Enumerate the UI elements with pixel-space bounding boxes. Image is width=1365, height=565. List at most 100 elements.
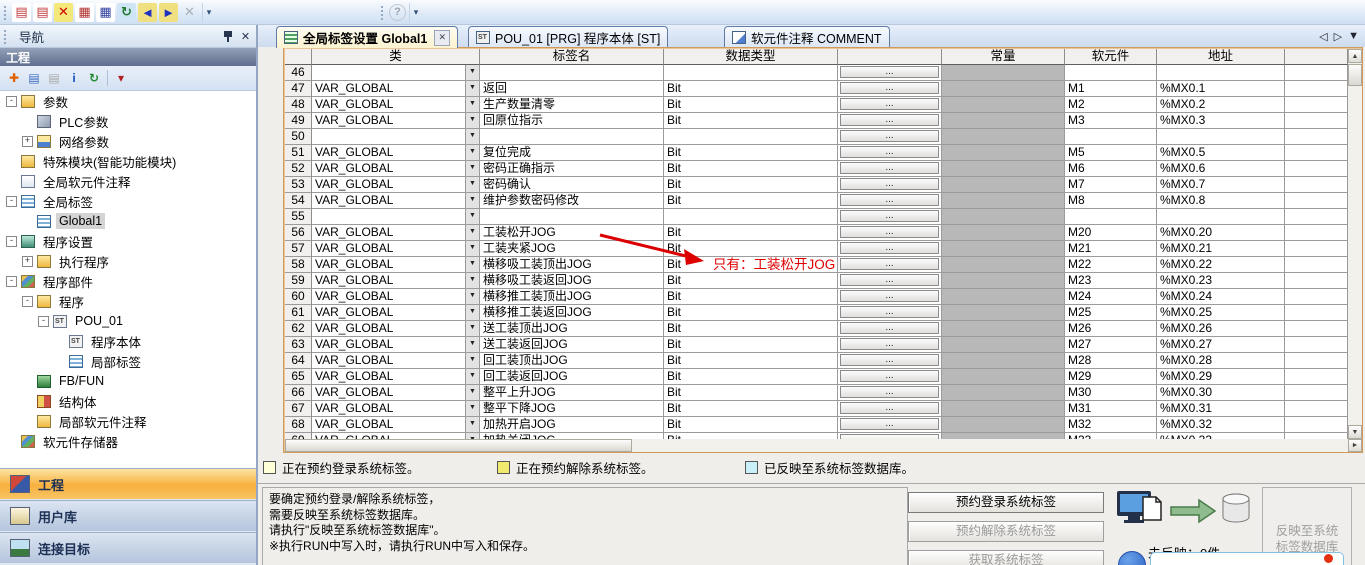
address-cell[interactable] — [1157, 65, 1285, 81]
row-number[interactable]: 65 — [285, 369, 312, 385]
class-cell[interactable]: VAR_GLOBAL▼ — [312, 161, 480, 177]
hscroll-thumb[interactable] — [285, 439, 632, 452]
column-header-类[interactable]: 类 — [312, 49, 480, 65]
vertical-scrollbar[interactable]: ▲ ▼ — [1348, 49, 1362, 439]
address-cell[interactable]: %MX0.8 — [1157, 193, 1285, 209]
device-cell[interactable]: M6 — [1065, 161, 1157, 177]
class-cell[interactable]: VAR_GLOBAL▼ — [312, 401, 480, 417]
class-cell[interactable]: VAR_GLOBAL▼ — [312, 289, 480, 305]
data-type-cell[interactable]: Bit — [664, 225, 838, 241]
label-name-cell[interactable]: 加热开启JOG — [480, 417, 664, 433]
address-cell[interactable]: %MX0.7 — [1157, 177, 1285, 193]
class-cell[interactable]: VAR_GLOBAL▼ — [312, 257, 480, 273]
vscroll-thumb[interactable] — [1348, 64, 1362, 86]
expand-icon[interactable]: + — [22, 256, 33, 267]
detail-button[interactable]: ... — [840, 354, 939, 366]
row-number[interactable]: 64 — [285, 353, 312, 369]
row-number[interactable]: 63 — [285, 337, 312, 353]
data-type-cell[interactable]: Bit — [664, 337, 838, 353]
detail-button[interactable]: ... — [840, 178, 939, 190]
row-number[interactable]: 55 — [285, 209, 312, 225]
device-cell[interactable]: M32 — [1065, 417, 1157, 433]
tree-item-device-memory[interactable]: 软元件存储器 — [0, 431, 256, 451]
device-cell[interactable]: M2 — [1065, 97, 1157, 113]
data-type-cell[interactable]: Bit — [664, 321, 838, 337]
address-cell[interactable]: %MX0.21 — [1157, 241, 1285, 257]
device-cell[interactable]: M5 — [1065, 145, 1157, 161]
button-reserve-register[interactable]: 预约登录系统标签 — [908, 492, 1104, 513]
paste-icon[interactable]: ▤ — [45, 69, 63, 87]
class-cell[interactable]: VAR_GLOBAL▼ — [312, 81, 480, 97]
detail-button[interactable]: ... — [840, 194, 939, 206]
class-cell[interactable]: VAR_GLOBAL▼ — [312, 113, 480, 129]
device-cell[interactable]: M3 — [1065, 113, 1157, 129]
scroll-right-icon[interactable]: ► — [1348, 439, 1362, 452]
close-tab-icon[interactable]: ✕ — [434, 30, 450, 46]
detail-button[interactable]: ... — [840, 82, 939, 94]
data-type-cell[interactable]: Bit — [664, 145, 838, 161]
address-cell[interactable]: %MX0.20 — [1157, 225, 1285, 241]
address-cell[interactable]: %MX0.24 — [1157, 289, 1285, 305]
data-type-cell[interactable]: Bit — [664, 289, 838, 305]
class-dropdown-icon[interactable]: ▼ — [465, 385, 479, 400]
detail-button[interactable]: ... — [840, 162, 939, 174]
new-item-icon[interactable]: ✚ — [5, 69, 23, 87]
address-cell[interactable]: %MX0.30 — [1157, 385, 1285, 401]
label-name-cell[interactable]: 维护参数密码修改 — [480, 193, 664, 209]
label-name-cell[interactable]: 密码正确指示 — [480, 161, 664, 177]
tree-item-fb-fun[interactable]: FB/FUN — [0, 371, 256, 391]
column-header-数据类型[interactable]: 数据类型 — [664, 49, 838, 65]
tree-item-program[interactable]: -程序 — [0, 291, 256, 311]
tab-global-label-setting[interactable]: 全局标签设置 Global1✕ — [276, 26, 458, 48]
tree-item-program-parts[interactable]: -程序部件 — [0, 271, 256, 291]
label-name-cell[interactable]: 回工装返回JOG — [480, 369, 664, 385]
data-type-cell[interactable]: Bit — [664, 385, 838, 401]
column-header[interactable] — [285, 49, 312, 65]
row-number[interactable]: 57 — [285, 241, 312, 257]
device-cell[interactable]: M21 — [1065, 241, 1157, 257]
device-cell[interactable]: M30 — [1065, 385, 1157, 401]
class-dropdown-icon[interactable]: ▼ — [465, 241, 479, 256]
collapse-icon[interactable]: - — [6, 96, 17, 107]
data-type-cell[interactable]: Bit — [664, 305, 838, 321]
refresh-icon[interactable]: ↻ — [85, 69, 103, 87]
class-cell[interactable]: VAR_GLOBAL▼ — [312, 353, 480, 369]
label-name-cell[interactable]: 横移吸工装返回JOG — [480, 273, 664, 289]
label-name-cell[interactable] — [480, 209, 664, 225]
address-cell[interactable]: %MX0.29 — [1157, 369, 1285, 385]
class-dropdown-icon[interactable]: ▼ — [465, 145, 479, 160]
detail-button[interactable]: ... — [840, 242, 939, 254]
device-cell[interactable] — [1065, 65, 1157, 81]
tab-pou01-body[interactable]: POU_01 [PRG] 程序本体 [ST] — [468, 26, 668, 47]
address-cell[interactable]: %MX0.26 — [1157, 321, 1285, 337]
toolbar-overflow-icon[interactable]: ▾ — [202, 3, 215, 22]
data-type-cell[interactable] — [664, 209, 838, 225]
nav-button-connection[interactable]: 连接目标 — [0, 532, 256, 563]
class-cell[interactable]: ▼ — [312, 65, 480, 81]
class-dropdown-icon[interactable]: ▼ — [465, 177, 479, 192]
row-number[interactable]: 62 — [285, 321, 312, 337]
data-type-cell[interactable]: Bit — [664, 417, 838, 433]
class-dropdown-icon[interactable]: ▼ — [465, 273, 479, 288]
tree-item-global-device-comment[interactable]: 全局软元件注释 — [0, 171, 256, 191]
address-cell[interactable]: %MX0.5 — [1157, 145, 1285, 161]
detail-button[interactable]: ... — [840, 274, 939, 286]
detail-button[interactable]: ... — [840, 306, 939, 318]
label-name-cell[interactable]: 工装松开JOG — [480, 225, 664, 241]
row-number[interactable]: 48 — [285, 97, 312, 113]
data-type-cell[interactable]: Bit — [664, 369, 838, 385]
detail-button[interactable]: ... — [840, 338, 939, 350]
button-acquire-system-label[interactable]: 获取系统标签 — [908, 550, 1104, 565]
sort-icon[interactable]: ▾ — [112, 69, 130, 87]
label-register-icon[interactable]: ▦ — [75, 3, 94, 22]
device-cell[interactable]: M26 — [1065, 321, 1157, 337]
label-name-cell[interactable]: 回工装顶出JOG — [480, 353, 664, 369]
class-cell[interactable]: ▼ — [312, 129, 480, 145]
tree-item-program-setting[interactable]: -程序设置 — [0, 231, 256, 251]
panel-grip[interactable] — [3, 29, 7, 44]
detail-button[interactable]: ... — [840, 290, 939, 302]
refresh-database-icon[interactable]: ↻ — [117, 3, 136, 22]
device-cell[interactable]: M8 — [1065, 193, 1157, 209]
address-cell[interactable]: %MX0.31 — [1157, 401, 1285, 417]
collapse-icon[interactable]: - — [6, 276, 17, 287]
